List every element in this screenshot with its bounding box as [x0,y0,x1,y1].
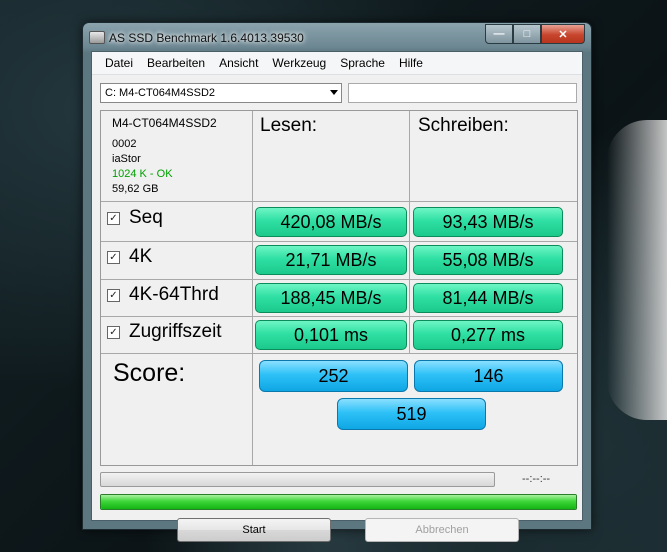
client-area: Datei Bearbeiten Ansicht Werkzeug Sprach… [91,51,583,542]
menu-datei[interactable]: Datei [98,56,140,70]
overall-progress-bar [100,494,577,510]
seq-read-value: 420,08 MB/s [255,207,407,237]
4k-checkbox[interactable]: ✓ [107,250,120,264]
4k-64thrd-read-value: 188,45 MB/s [255,283,407,313]
grid-divider [101,279,577,280]
score-section: Score: [101,354,252,465]
seq-write-value: 93,43 MB/s [413,207,563,237]
drive-size: 59,62 GB [112,183,159,195]
drive-info: M4-CT064M4SSD2 0002 iaStor 1024 K - OK 5… [112,116,217,197]
as-ssd-window: AS SSD Benchmark 1.6.4013.39530 — □ ✕ Da… [82,22,592,542]
4k-write-value: 55,08 MB/s [413,245,563,275]
grid-divider [101,316,577,317]
score-total: 519 [337,398,486,430]
zugriffszeit-checkbox[interactable]: ✓ [107,325,120,339]
chevron-down-icon [330,90,338,95]
zugriffszeit-read-value: 0,101 ms [255,320,407,350]
overall-progress-fill [101,495,576,509]
firmware-version: 0002 [112,138,137,150]
title-bar[interactable]: AS SSD Benchmark 1.6.4013.39530 — □ ✕ [83,23,591,51]
4k-read-value: 21,71 MB/s [255,245,407,275]
abort-button[interactable]: Abbrechen [365,518,519,542]
seq-checkbox[interactable]: ✓ [107,211,120,225]
drive-text-field[interactable] [348,83,577,103]
elapsed-time: --:--:-- [522,473,551,485]
menu-bar: Datei Bearbeiten Ansicht Werkzeug Sprach… [92,52,582,75]
4k-64thrd-write-value: 81,44 MB/s [413,283,563,313]
test-row-4k-64thrd: ✓ 4K-64Thrd [107,284,219,306]
minimize-icon: — [493,28,505,40]
results-grid: M4-CT064M4SSD2 0002 iaStor 1024 K - OK 5… [100,110,578,466]
close-button[interactable]: ✕ [541,24,585,44]
menu-sprache[interactable]: Sprache [333,56,392,70]
test-label: Zugriffszeit [129,321,222,342]
4k-64thrd-checkbox[interactable]: ✓ [107,288,120,302]
zugriffszeit-write-value: 0,277 ms [413,320,563,350]
maximize-icon: □ [523,28,531,40]
drive-app-icon [89,31,105,44]
write-header: Schreiben: [418,115,509,136]
grid-divider [252,111,253,465]
test-row-zugriffszeit: ✓ Zugriffszeit [107,321,222,343]
window-title: AS SSD Benchmark 1.6.4013.39530 [109,31,304,45]
menu-ansicht[interactable]: Ansicht [212,56,265,70]
menu-werkzeug[interactable]: Werkzeug [265,56,333,70]
menu-bearbeiten[interactable]: Bearbeiten [140,56,212,70]
test-label: 4K [129,246,153,267]
test-row-4k: ✓ 4K [107,246,152,268]
alignment-status: 1024 K - OK [112,168,173,180]
start-button[interactable]: Start [177,518,331,542]
drive-dropdown-value: C: M4-CT064M4SSD2 [105,87,216,99]
driver-name: iaStor [112,153,141,165]
score-label: Score: [113,359,186,387]
score-write: 146 [414,360,563,392]
score-read: 252 [259,360,408,392]
minimize-button[interactable]: — [485,24,513,44]
drive-dropdown[interactable]: C: M4-CT064M4SSD2 [100,83,342,103]
test-progress-bar [100,472,495,487]
close-icon: ✕ [558,28,568,41]
drive-model: M4-CT064M4SSD2 [112,116,217,130]
desktop-decoration [607,120,667,420]
test-label: Seq [129,207,163,228]
test-row-seq: ✓ Seq [107,207,163,229]
read-header: Lesen: [260,115,318,136]
caption-buttons: — □ ✕ [485,24,585,44]
maximize-button[interactable]: □ [513,24,541,44]
grid-divider [101,241,577,242]
grid-divider [101,201,577,202]
menu-hilfe[interactable]: Hilfe [392,56,430,70]
test-label: 4K-64Thrd [129,284,219,305]
